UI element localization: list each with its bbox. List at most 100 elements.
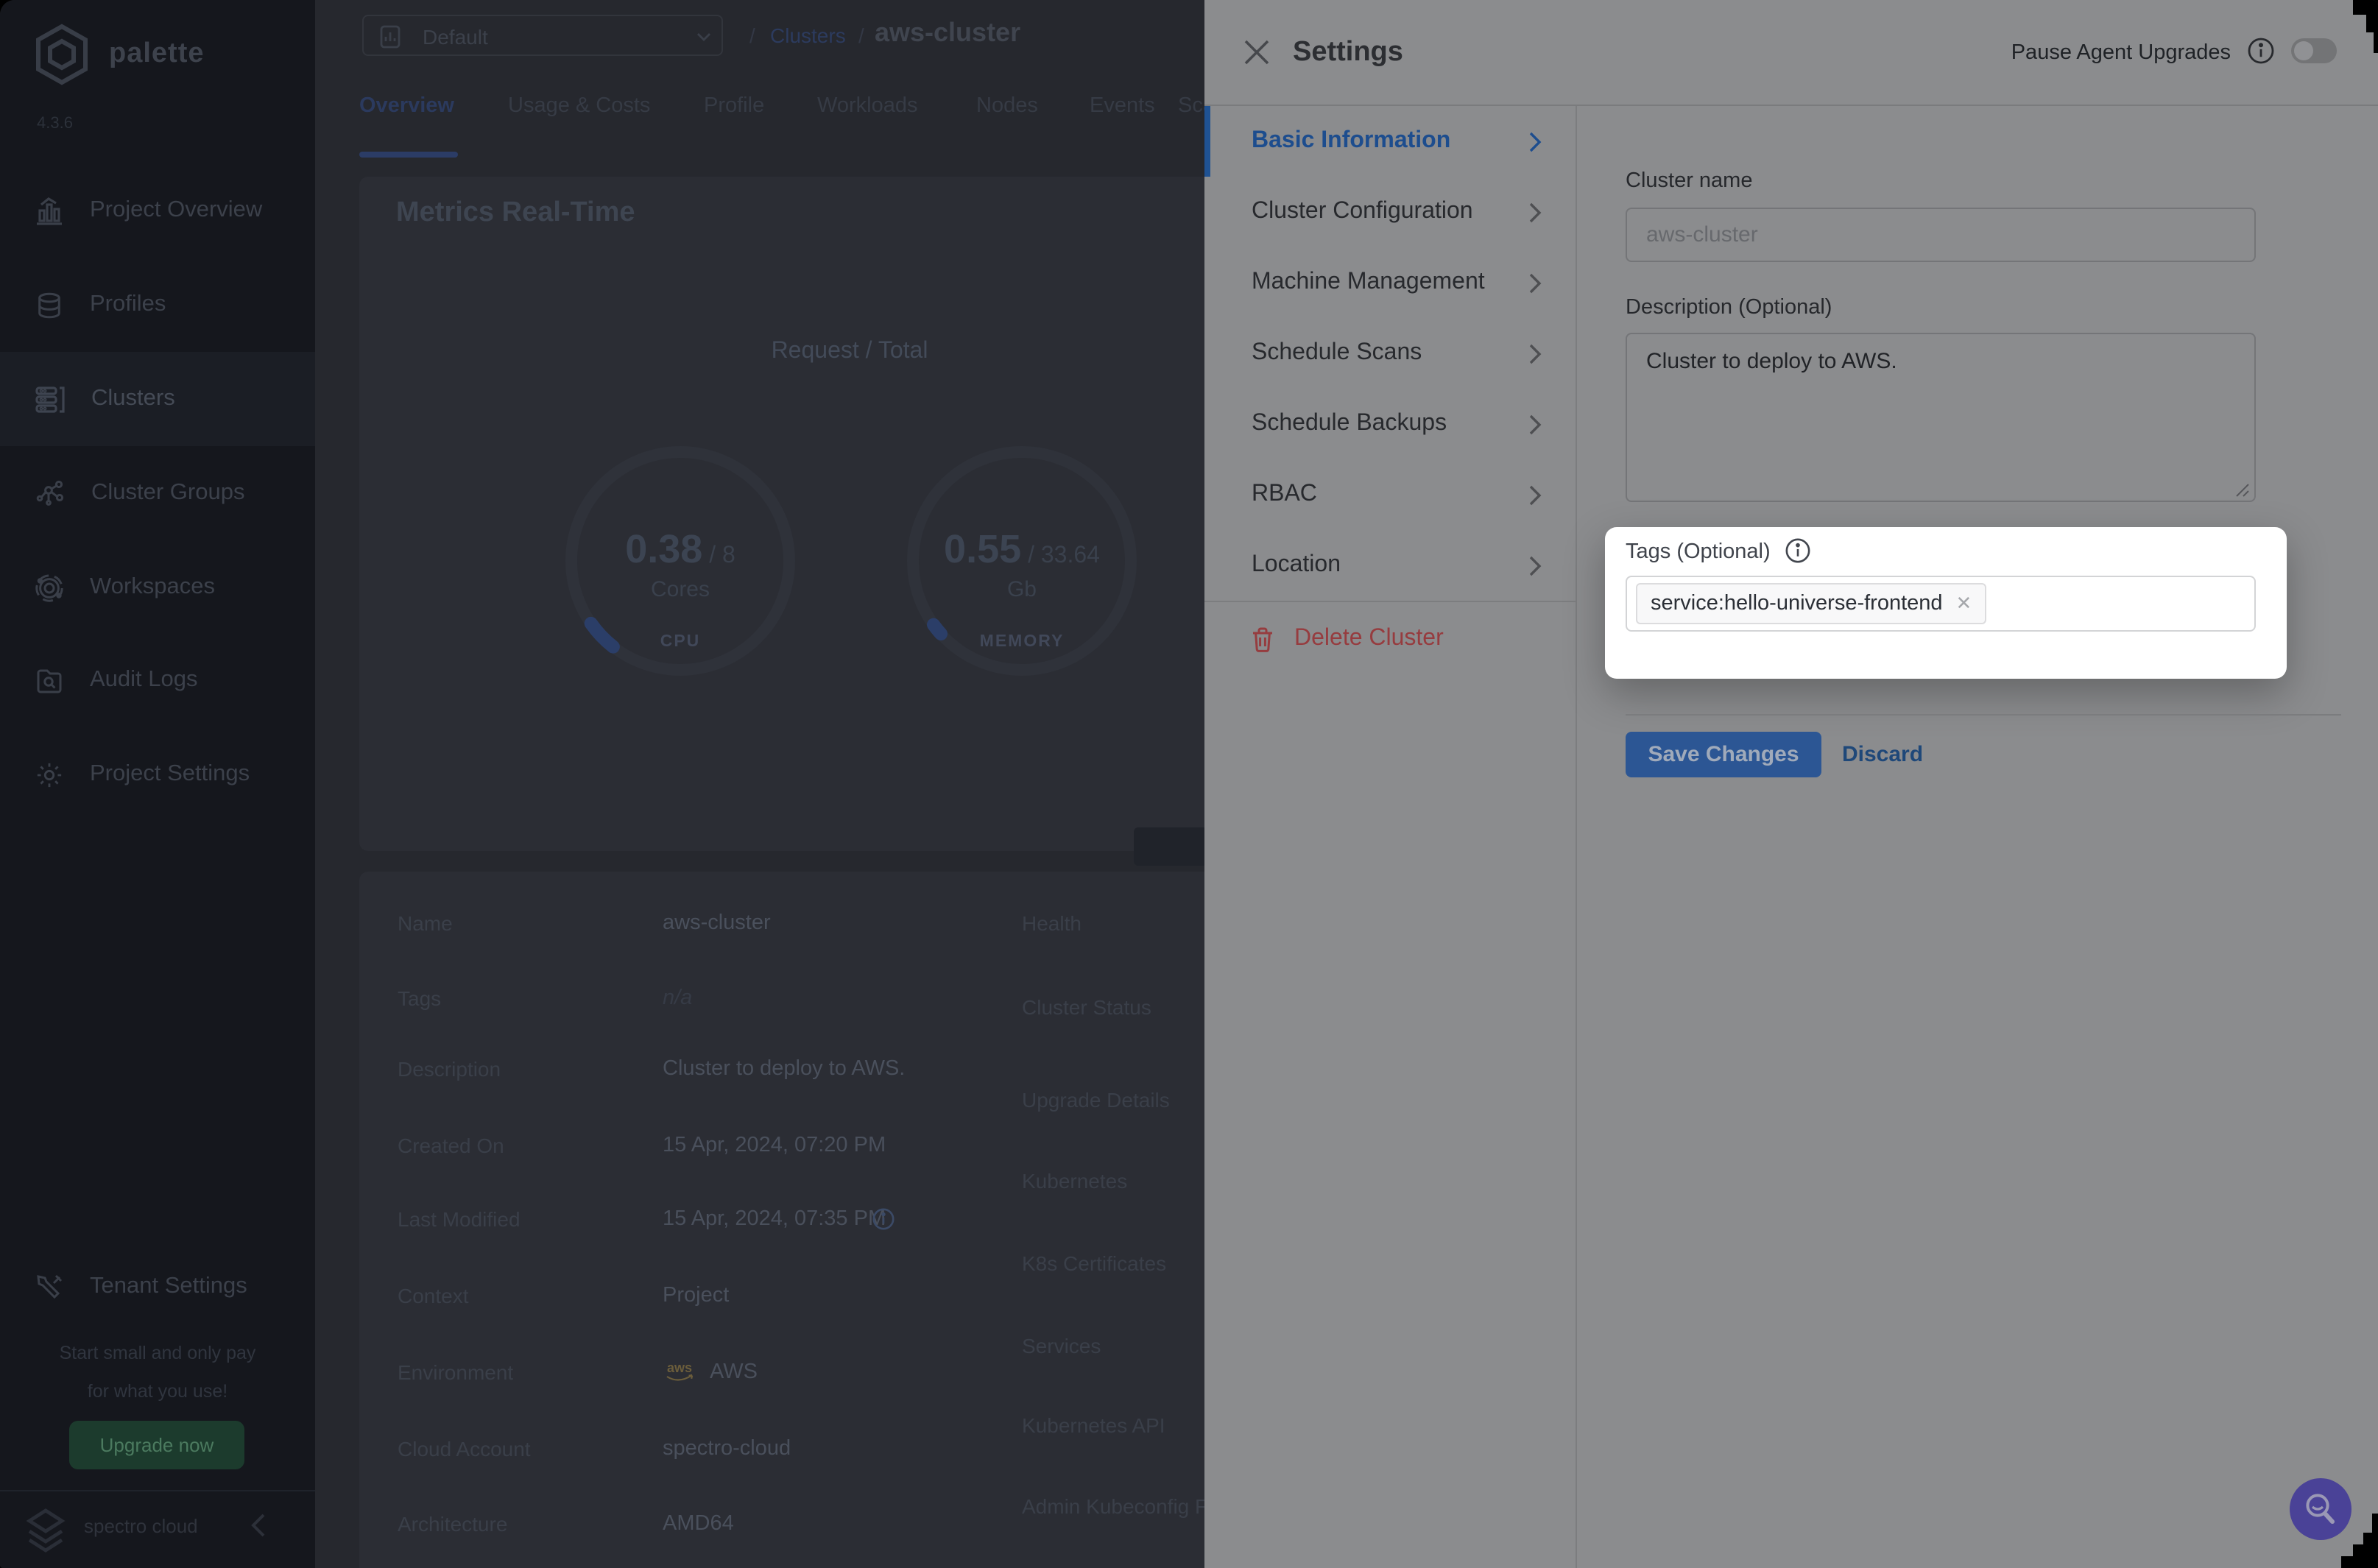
- tab-events[interactable]: Events: [1090, 94, 1155, 118]
- cpu-gauge-value: 0.38 / 8: [533, 527, 828, 573]
- sidebar-item-project-overview[interactable]: Project Overview: [0, 163, 315, 258]
- detail-value: spectro-cloud: [663, 1437, 791, 1461]
- pause-agent-upgrades-toggle[interactable]: [2291, 38, 2337, 63]
- menu-item-label: Schedule Scans: [1252, 340, 1422, 367]
- detail-label: Architecture: [398, 1512, 507, 1536]
- tab-usage-costs[interactable]: Usage & Costs: [508, 94, 650, 118]
- status-label: Health: [1022, 911, 1082, 935]
- gear-icon: [35, 760, 63, 788]
- clusters-icon: [35, 385, 65, 413]
- tab-workloads[interactable]: Workloads: [817, 94, 917, 118]
- menu-item-schedule-backups[interactable]: Schedule Backups: [1204, 389, 1577, 459]
- dashboard-icon: [380, 25, 401, 49]
- detail-value: Project: [663, 1284, 729, 1307]
- menu-item-basic-information[interactable]: Basic Information: [1204, 106, 1577, 177]
- detail-value: aws-cluster: [663, 911, 771, 935]
- magnifier-smile-icon: [2303, 1491, 2338, 1527]
- tags-input[interactable]: service:hello-universe-frontend ✕: [1626, 576, 2256, 632]
- sidebar-item-label: Workspaces: [90, 574, 215, 601]
- sidebar-item-label: Clusters: [91, 386, 175, 412]
- menu-item-label: Schedule Backups: [1252, 411, 1447, 437]
- description-label: Description (Optional): [1626, 296, 1832, 319]
- promo-line-2: for what you use!: [0, 1381, 315, 1402]
- menu-item-cluster-configuration[interactable]: Cluster Configuration: [1204, 177, 1577, 247]
- chevron-right-icon: [1528, 130, 1542, 152]
- sidebar-item-profiles[interactable]: Profiles: [0, 258, 315, 352]
- collapse-sidebar-icon[interactable]: [250, 1512, 267, 1539]
- app-window: palette 4.3.6 Project Overview Profiles: [0, 0, 2378, 1568]
- help-search-fab[interactable]: [2290, 1478, 2351, 1540]
- detail-value: AMD64: [663, 1512, 734, 1536]
- breadcrumb-separator: /: [858, 24, 864, 47]
- active-tab-underline: [359, 152, 458, 157]
- metrics-subtitle: Request / Total: [702, 339, 997, 365]
- tab-overview[interactable]: Overview: [359, 94, 454, 118]
- layers-icon: [35, 291, 63, 319]
- sidebar-item-clusters[interactable]: Clusters: [0, 352, 315, 446]
- breadcrumb-clusters-link[interactable]: Clusters: [770, 24, 846, 47]
- info-icon[interactable]: [2247, 37, 2275, 65]
- audit-logs-icon: [35, 667, 63, 693]
- sidebar-item-label: Audit Logs: [90, 667, 198, 693]
- status-label: Kubernetes API: [1022, 1413, 1165, 1437]
- sidebar-item-tenant-settings[interactable]: Tenant Settings: [0, 1240, 315, 1334]
- tools-icon: [35, 1273, 63, 1301]
- status-label: Services: [1022, 1334, 1101, 1357]
- delete-cluster-label: Delete Cluster: [1294, 626, 1444, 652]
- tags-label: Tags (Optional): [1626, 540, 1771, 564]
- chevron-right-icon: [1528, 272, 1542, 294]
- info-icon[interactable]: [872, 1207, 895, 1231]
- resize-handle-icon[interactable]: [2235, 483, 2250, 498]
- settings-title: Settings: [1293, 37, 1403, 69]
- form-divider: [1626, 714, 2341, 716]
- cluster-name-input[interactable]: [1626, 208, 2256, 262]
- palette-logo: palette: [32, 24, 205, 85]
- delete-cluster-button[interactable]: Delete Cluster: [1252, 604, 1444, 674]
- sidebar-item-cluster-groups[interactable]: Cluster Groups: [0, 446, 315, 540]
- menu-item-machine-management[interactable]: Machine Management: [1204, 247, 1577, 318]
- sidebar-item-project-settings[interactable]: Project Settings: [0, 727, 315, 822]
- sidebar: palette 4.3.6 Project Overview Profiles: [0, 0, 315, 1568]
- detail-value: AWS: [710, 1360, 758, 1384]
- orbit-icon: [35, 573, 63, 601]
- svg-text:aws: aws: [667, 1360, 692, 1375]
- palette-logo-icon: [32, 24, 91, 85]
- menu-item-location[interactable]: Location: [1204, 530, 1577, 601]
- sidebar-item-workspaces[interactable]: Workspaces: [0, 540, 315, 635]
- settings-panel: Settings Pause Agent Upgrades Basic Info…: [1204, 0, 2378, 1568]
- promo-line-1: Start small and only pay: [0, 1343, 315, 1363]
- tab-profile[interactable]: Profile: [704, 94, 764, 118]
- status-label: Admin Kubeconfig File: [1022, 1494, 1228, 1518]
- tag-chip: service:hello-universe-frontend ✕: [1636, 583, 1986, 624]
- menu-item-label: Machine Management: [1252, 269, 1485, 296]
- toggle-knob: [2294, 41, 2313, 60]
- chevron-right-icon: [1528, 342, 1542, 364]
- cluster-settings-button-partial[interactable]: [1134, 827, 1207, 866]
- info-icon[interactable]: [1785, 537, 1811, 564]
- remove-tag-icon[interactable]: ✕: [1956, 592, 1972, 615]
- detail-label: Tags: [398, 986, 441, 1010]
- sidebar-item-audit-logs[interactable]: Audit Logs: [0, 633, 315, 727]
- version-label: 4.3.6: [37, 115, 73, 133]
- project-selector[interactable]: Default: [362, 15, 723, 56]
- menu-item-schedule-scans[interactable]: Schedule Scans: [1204, 318, 1577, 389]
- menu-item-label: Basic Information: [1252, 128, 1450, 155]
- status-label: Upgrade Details: [1022, 1088, 1170, 1112]
- tags-spotlight-card: Tags (Optional) service:hello-universe-f…: [1605, 527, 2287, 679]
- tag-chip-label: service:hello-universe-frontend: [1651, 592, 1943, 615]
- sidebar-item-label: Tenant Settings: [90, 1274, 247, 1300]
- tab-nodes[interactable]: Nodes: [976, 94, 1038, 118]
- menu-item-rbac[interactable]: RBAC: [1204, 459, 1577, 530]
- sidebar-item-label: Project Settings: [90, 761, 250, 788]
- chevron-right-icon: [1528, 201, 1542, 223]
- detail-label: Name: [398, 911, 453, 935]
- discard-button[interactable]: Discard: [1842, 732, 1923, 777]
- sidebar-footer: spectro cloud: [0, 1490, 315, 1568]
- upgrade-now-button[interactable]: Upgrade now: [69, 1421, 244, 1469]
- sidebar-item-label: Project Overview: [90, 197, 262, 224]
- menu-item-label: Cluster Configuration: [1252, 199, 1473, 225]
- description-textarea[interactable]: Cluster to deploy to AWS.: [1626, 333, 2256, 502]
- settings-panel-header: Settings Pause Agent Upgrades: [1204, 0, 2378, 106]
- close-icon[interactable]: [1243, 38, 1271, 66]
- save-changes-button[interactable]: Save Changes: [1626, 732, 1821, 777]
